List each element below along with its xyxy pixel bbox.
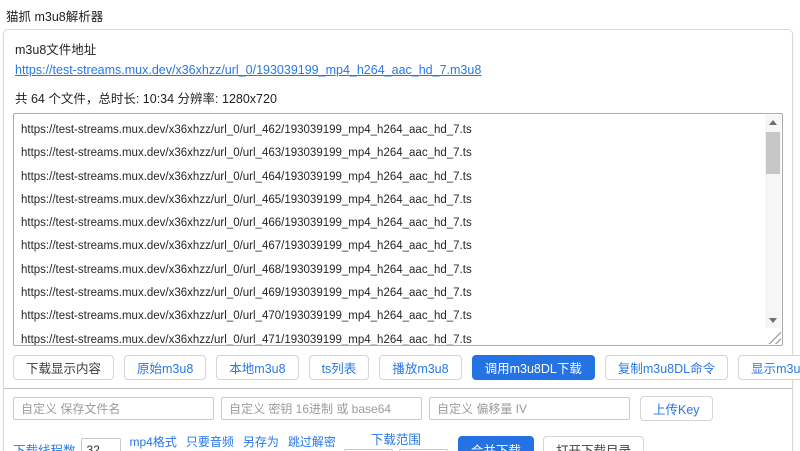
checkbox-group-mp4-format: mp4格式 [129,434,177,451]
invoke-m3u8dl-download-button[interactable]: 调用m3u8DL下载 [471,355,595,380]
original-m3u8-button[interactable]: 原始m3u8 [124,355,207,380]
filename-input[interactable] [13,397,214,420]
open-download-dir-button[interactable]: 打开下载目录 [542,435,644,451]
checkbox-group-audio-only: 只要音频 [185,434,234,451]
copy-m3u8dl-command-button[interactable]: 复制m3u8DL命令 [604,355,729,380]
checkbox-group-skip-decrypt: 跳过解密 [287,434,336,451]
skip-decrypt-label: 跳过解密 [287,434,336,449]
merge-download-button[interactable]: 合并下载 [457,435,534,451]
ts-url-line: https://test-streams.mux.dev/x36xhzz/url… [21,217,472,230]
save-as-label: 另存为 [242,434,279,449]
divider [4,388,792,389]
show-m3u8dl-command-button[interactable]: 显示m3u8DL命令 [738,355,800,380]
local-m3u8-button[interactable]: 本地m3u8 [216,355,299,380]
ts-url-line: https://test-streams.mux.dev/x36xhzz/url… [21,310,472,323]
iv-input[interactable] [429,397,630,420]
parser-panel: m3u8文件地址 https://test-streams.mux.dev/x3… [3,29,800,451]
upload-key-button[interactable]: 上传Key [640,396,713,421]
ts-url-line: https://test-streams.mux.dev/x36xhzz/url… [21,333,472,346]
ts-url-line: https://test-streams.mux.dev/x36xhzz/url… [21,170,472,183]
ts-url-line: https://test-streams.mux.dev/x36xhzz/url… [21,263,472,276]
ts-url-line: https://test-streams.mux.dev/x36xhzz/url… [21,193,472,206]
ts-list-button[interactable]: ts列表 [308,355,370,380]
ts-url-line: https://test-streams.mux.dev/x36xhzz/url… [21,124,472,136]
scrollbar-down-arrow-icon[interactable] [765,313,781,328]
key-input[interactable] [221,397,422,420]
ts-list-textarea[interactable]: https://test-streams.mux.dev/x36xhzz/url… [13,113,783,346]
scrollbar-up-arrow-icon[interactable] [765,115,781,130]
download-displayed-content-button[interactable]: 下载显示内容 [13,355,115,380]
textarea-resize-grip-icon[interactable] [767,330,781,344]
checkbox-group-save-as: 另存为 [242,434,279,451]
threads-label: 下载线程数 [13,444,76,451]
download-options-row: 下载线程数 mp4格式 只要音频 另存为 跳过解密 下载范围 合并下载 打开下载… [13,429,783,451]
file-info: 共 64 个文件，总时长: 10:34 分辨率: 1280x720 [15,92,277,106]
page-title: 猫抓 m3u8解析器 [6,10,104,24]
ts-url-line: https://test-streams.mux.dev/x36xhzz/url… [21,287,472,300]
m3u8-url-link[interactable]: https://test-streams.mux.dev/x36xhzz/url… [15,63,481,77]
scrollbar-thumb[interactable] [766,132,780,174]
download-range-label: 下载范围 [370,433,421,447]
threads-input[interactable] [80,438,121,451]
ts-url-line: https://test-streams.mux.dev/x36xhzz/url… [21,147,472,160]
audio-only-label: 只要音频 [185,434,234,449]
download-range-group: 下载范围 [343,429,448,451]
action-button-row: 下载显示内容 原始m3u8 本地m3u8 ts列表 播放m3u8 调用m3u8D… [13,355,800,380]
play-m3u8-button[interactable]: 播放m3u8 [379,355,462,380]
m3u8-url-label: m3u8文件地址 [15,43,97,57]
mp4-format-label: mp4格式 [129,434,177,449]
scrollbar-track[interactable] [765,115,781,328]
custom-input-row: 上传Key [13,396,783,421]
ts-url-line: https://test-streams.mux.dev/x36xhzz/url… [21,240,472,253]
